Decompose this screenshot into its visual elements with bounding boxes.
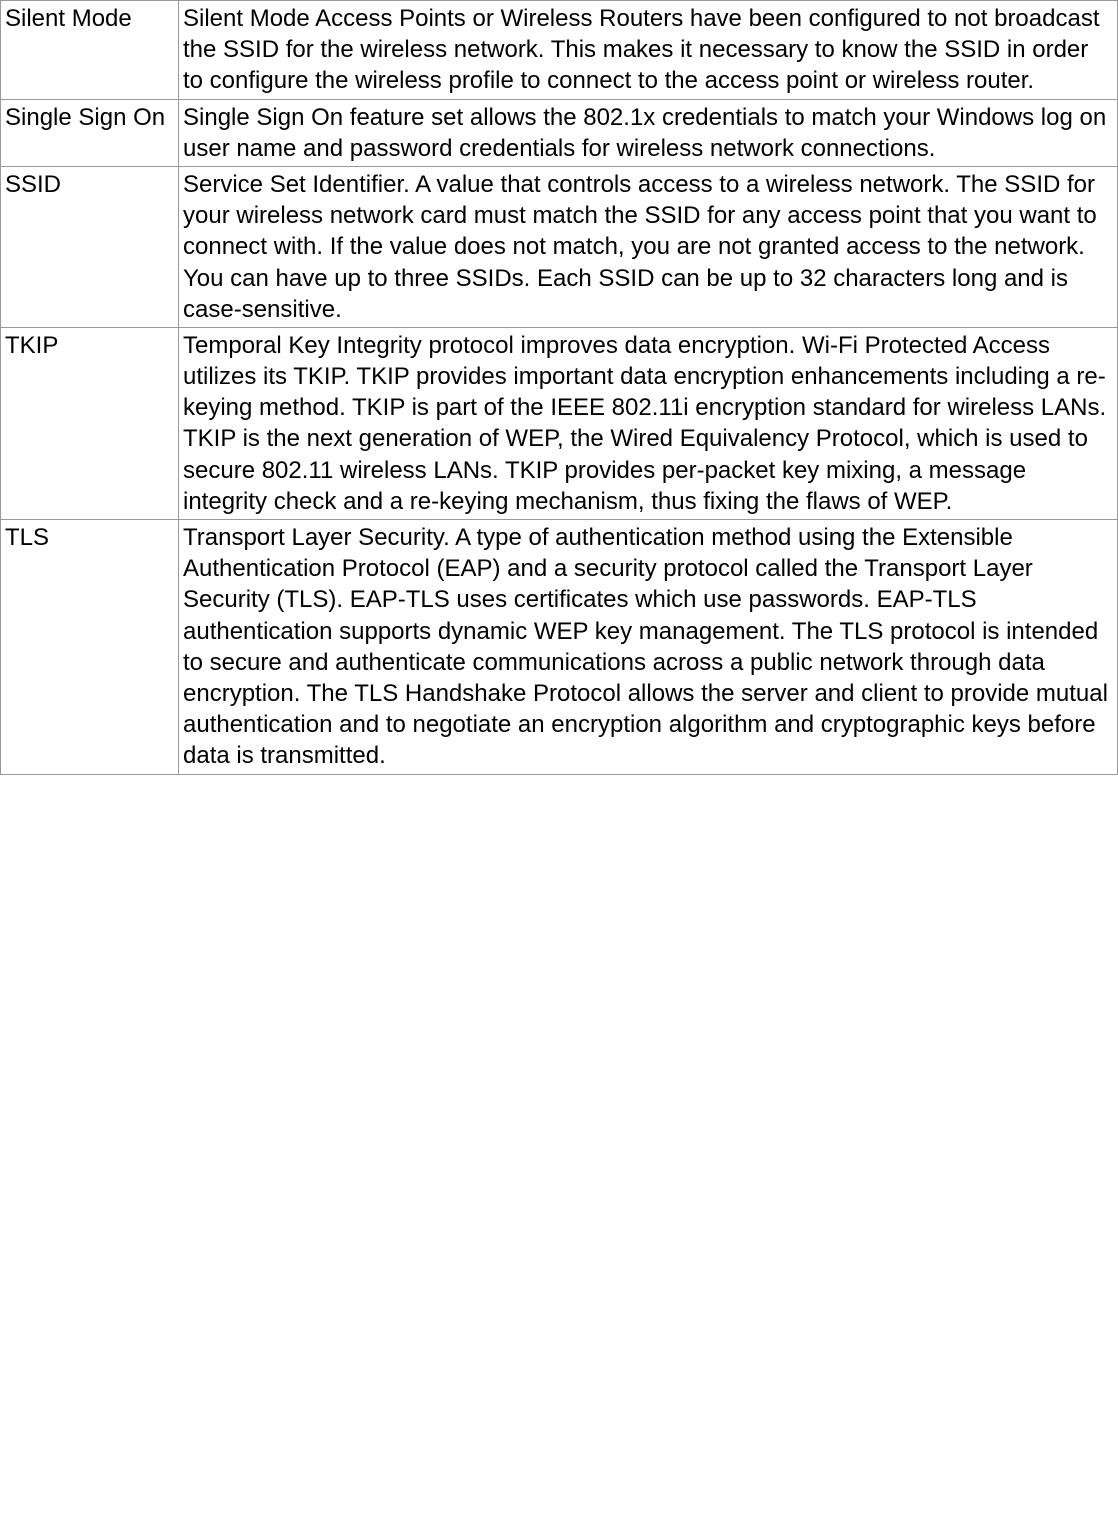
- term-cell: TLS: [1, 520, 179, 775]
- definition-cell: Temporal Key Integrity protocol improves…: [179, 327, 1118, 519]
- definition-cell: Transport Layer Security. A type of auth…: [179, 520, 1118, 775]
- term-cell: TKIP: [1, 327, 179, 519]
- definition-cell: Service Set Identifier. A value that con…: [179, 166, 1118, 327]
- table-row: SSID Service Set Identifier. A value tha…: [1, 166, 1118, 327]
- term-cell: Single Sign On: [1, 99, 179, 166]
- table-row: TLS Transport Layer Security. A type of …: [1, 520, 1118, 775]
- table-row: Single Sign On Single Sign On feature se…: [1, 99, 1118, 166]
- term-cell: SSID: [1, 166, 179, 327]
- glossary-table: Silent Mode Silent Mode Access Points or…: [0, 0, 1118, 775]
- table-row: TKIP Temporal Key Integrity protocol imp…: [1, 327, 1118, 519]
- definition-cell: Silent Mode Access Points or Wireless Ro…: [179, 1, 1118, 100]
- definition-cell: Single Sign On feature set allows the 80…: [179, 99, 1118, 166]
- term-cell: Silent Mode: [1, 1, 179, 100]
- table-row: Silent Mode Silent Mode Access Points or…: [1, 1, 1118, 100]
- glossary-body: Silent Mode Silent Mode Access Points or…: [1, 1, 1118, 775]
